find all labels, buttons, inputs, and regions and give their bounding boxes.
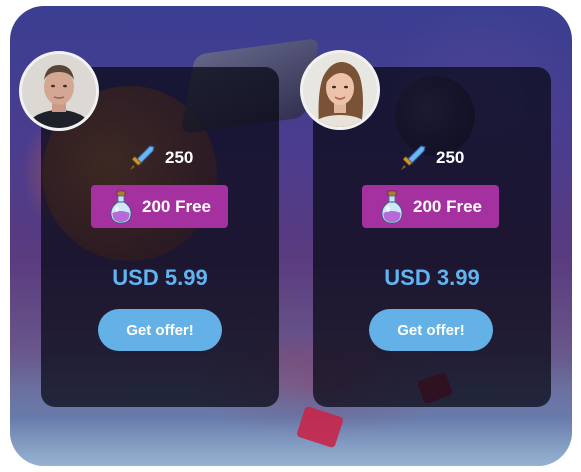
gem-reward: 250 [127,142,193,174]
potion-icon [110,190,132,224]
female-player-avatar [300,50,380,130]
gem-count: 250 [165,148,194,167]
free-bonus-badge: 200 Free [91,185,228,228]
gem-reward: 250 [398,142,464,174]
potion-icon [381,190,403,224]
free-bonus-badge: 200 Free [362,185,499,228]
sword-icon [401,145,426,170]
gem-count: 250 [436,148,465,167]
free-bonus-label: 200 Free [413,196,482,216]
sword-icon [130,145,155,170]
free-bonus-label: 200 Free [142,196,211,216]
offer-price: USD 5.99 [112,265,208,290]
offer-price: USD 3.99 [384,265,480,290]
male-player-avatar [19,51,99,131]
get-offer-button[interactable]: Get offer! [369,309,493,351]
get-offer-button[interactable]: Get offer! [98,309,222,351]
